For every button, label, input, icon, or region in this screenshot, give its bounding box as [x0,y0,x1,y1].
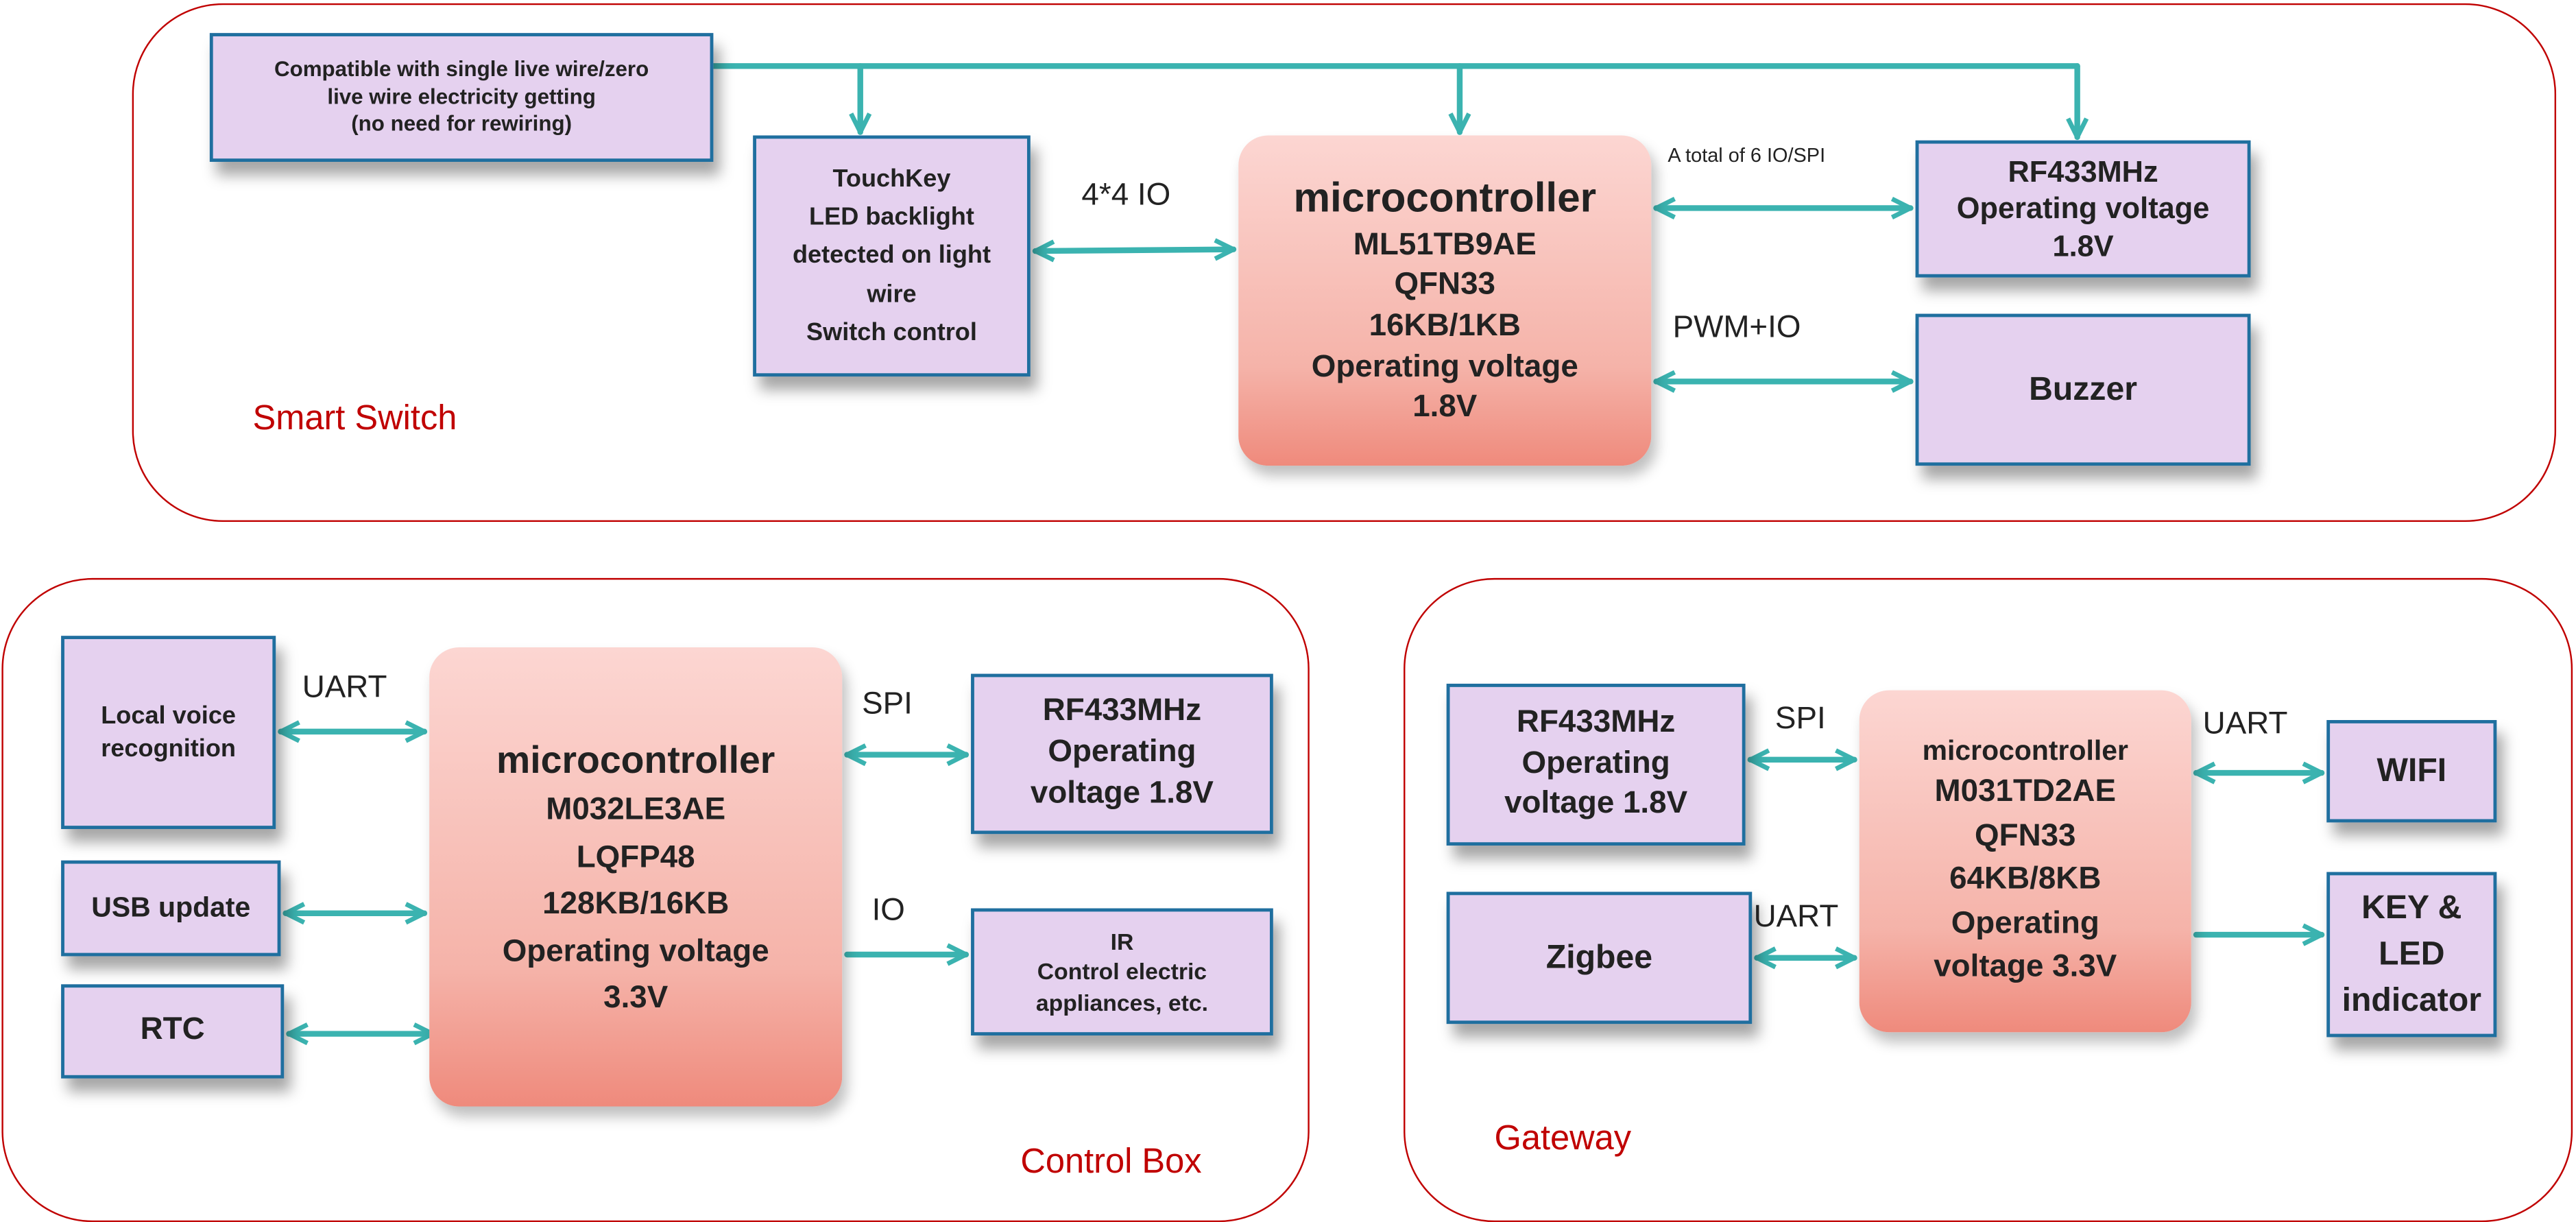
touch-link-label: 4*4 IO [1081,178,1171,213]
mcu-package: QFN33 [1975,818,2076,853]
touch-line-2: LED backlight [809,203,974,232]
rf-line-3: voltage 1.8V [1504,787,1688,822]
usb-label: USB update [91,891,251,924]
mcu-package: QFN33 [1394,267,1496,303]
mcu-voltage-label: Operating voltage [1311,349,1578,385]
ir-line-2: Control electric [1037,958,1207,985]
mcu-voltage: 1.8V [1412,390,1478,425]
block-diagram: Compatible with single live wire/zero li… [0,0,2576,1222]
mcu-memory: 128KB/16KB [542,887,730,922]
mcu-heading: microcontroller [1293,175,1597,221]
voice-recognition-box: Local voice recognition [61,636,276,829]
control-box-title: Control Box [1020,1142,1202,1181]
power-supply-box: Compatible with single live wire/zero li… [209,33,714,163]
rf433-box: RF433MHz Operating voltage 1.8V [971,673,1273,835]
voice-link-label: UART [302,670,387,706]
power-line-3: (no need for rewiring) [351,111,573,136]
rtc-label: RTC [140,1012,205,1048]
rf-line-2: Operating [1521,745,1670,781]
key-led-box: KEY & LED indicator [2326,872,2497,1038]
touch-mcu-arrow [1032,250,1237,251]
rf-line-1: RF433MHz [1042,694,1202,730]
control-box-mcu: microcontroller M032LE3AE LQFP48 128KB/1… [429,647,843,1107]
zigbee-link-label: UART [1753,900,1839,935]
key-line-2: LED [2379,936,2445,973]
rf-line-2: Operating [1048,735,1196,770]
ir-link-label: IO [871,893,905,929]
rf-link-label: SPI [1774,702,1826,737]
power-line-1: Compatible with single live wire/zero [274,56,649,81]
touch-line-1: TouchKey [832,165,951,193]
mcu-model: M032LE3AE [546,792,726,828]
rf-link-label: SPI [862,686,913,722]
touch-line-3: detected on light [792,241,991,270]
voice-line-2: recognition [101,734,236,763]
rf-line-3: voltage 1.8V [1030,776,1214,811]
rf433-box: RF433MHz Operating voltage 1.8V [1915,140,2251,278]
gateway-title: Gateway [1494,1119,1632,1158]
wifi-box: WIFI [2326,720,2497,823]
mcu-voltage: voltage 3.3V [1934,950,2117,985]
mcu-voltage-label: Operating [1951,906,2099,941]
rf433-box: RF433MHz Operating voltage 1.8V [1446,684,1746,846]
mcu-memory: 64KB/8KB [1949,862,2102,897]
zigbee-box: Zigbee [1446,891,1753,1025]
touch-line-4: wire [867,280,917,309]
ir-box: IR Control electric appliances, etc. [971,908,1273,1036]
mcu-memory: 16KB/1KB [1369,309,1521,344]
ir-line-3: appliances, etc. [1035,988,1209,1016]
power-line-2: live wire electricity getting [327,83,596,108]
mcu-voltage: 3.3V [603,981,669,1016]
wifi-link-label: UART [2202,706,2288,742]
smart-switch-mcu: microcontroller ML51TB9AE QFN33 16KB/1KB… [1238,135,1652,466]
buzzer-box: Buzzer [1915,313,2251,466]
zigbee-label: Zigbee [1545,939,1653,977]
rtc-box: RTC [61,984,285,1079]
rf-line-1: RF433MHz [1516,705,1676,740]
rf-line-3: 1.8V [2052,229,2114,263]
mcu-heading: microcontroller [1922,734,2128,767]
buzzer-link-label: PWM+IO [1672,310,1801,346]
touchkey-box: TouchKey LED backlight detected on light… [753,135,1031,377]
rf-line-2: Operating voltage [1956,191,2210,226]
key-line-1: KEY & [2361,890,2462,927]
mcu-model: ML51TB9AE [1353,227,1537,262]
key-line-3: indicator [2342,982,2481,1019]
touch-line-5: Switch control [806,318,977,347]
mcu-heading: microcontroller [496,737,775,780]
voice-line-1: Local voice [101,702,237,730]
power-bus-line [710,63,2077,141]
mcu-voltage-label: Operating voltage [502,933,769,969]
ir-line-1: IR [1110,928,1134,955]
rf-link-label: A total of 6 IO/SPI [1668,143,1826,167]
smart-switch-title: Smart Switch [252,399,457,438]
gateway-mcu: microcontroller M031TD2AE QFN33 64KB/8KB… [1859,690,2191,1033]
mcu-package: LQFP48 [576,839,695,875]
buzzer-label: Buzzer [2029,371,2138,408]
wifi-label: WIFI [2376,753,2447,790]
usb-update-box: USB update [61,860,281,957]
mcu-model: M031TD2AE [1934,774,2117,809]
rf-line-1: RF433MHz [2008,154,2158,188]
